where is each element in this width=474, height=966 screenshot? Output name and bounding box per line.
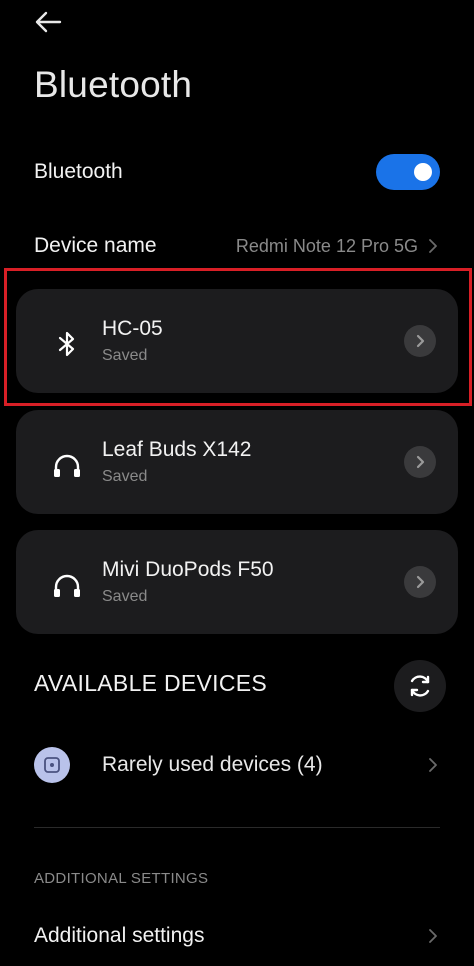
additional-settings-label: Additional settings — [34, 924, 205, 947]
device-name-value-group: Redmi Note 12 Pro 5G — [236, 236, 440, 257]
page-title: Bluetooth — [34, 64, 193, 105]
saved-device-card[interactable]: Leaf Buds X142 Saved — [16, 410, 458, 514]
highlight-box — [4, 268, 472, 406]
device-name: Mivi DuoPods F50 — [102, 558, 274, 581]
device-box-icon — [34, 747, 70, 783]
chevron-right-icon — [416, 455, 425, 469]
device-status: Saved — [102, 468, 148, 485]
bluetooth-toggle-row[interactable]: Bluetooth — [34, 150, 440, 194]
chevron-right-icon — [416, 575, 425, 589]
toggle-knob — [414, 163, 432, 181]
headphones-icon — [52, 450, 82, 480]
device-name-label: Device name — [34, 234, 157, 257]
device-name-row[interactable]: Device name Redmi Note 12 Pro 5G — [34, 224, 440, 268]
device-status: Saved — [102, 588, 148, 605]
bluetooth-toggle-label: Bluetooth — [34, 160, 123, 183]
arrow-left-icon — [35, 11, 62, 33]
rarely-used-devices-label: Rarely used devices (4) — [102, 753, 323, 776]
chevron-right-icon — [429, 929, 437, 943]
device-name-value: Redmi Note 12 Pro 5G — [235, 235, 418, 256]
bluetooth-toggle[interactable] — [376, 154, 440, 190]
refresh-icon — [410, 675, 430, 697]
device-name: Leaf Buds X142 — [102, 438, 252, 461]
back-button[interactable] — [28, 6, 68, 38]
device-details-button[interactable] — [404, 446, 436, 478]
rarely-used-devices-row[interactable]: Rarely used devices (4) — [34, 740, 440, 790]
additional-settings-caption: ADDITIONAL SETTINGS — [34, 870, 209, 887]
divider — [34, 827, 440, 828]
available-devices-header: AVAILABLE DEVICES — [34, 670, 268, 696]
additional-settings-row[interactable]: Additional settings — [34, 914, 440, 958]
chevron-right-icon — [429, 758, 437, 772]
saved-device-card[interactable]: Mivi DuoPods F50 Saved — [16, 530, 458, 634]
chevron-right-icon — [429, 239, 437, 253]
device-details-button[interactable] — [404, 566, 436, 598]
headphones-icon — [52, 570, 82, 600]
refresh-button[interactable] — [394, 660, 446, 712]
